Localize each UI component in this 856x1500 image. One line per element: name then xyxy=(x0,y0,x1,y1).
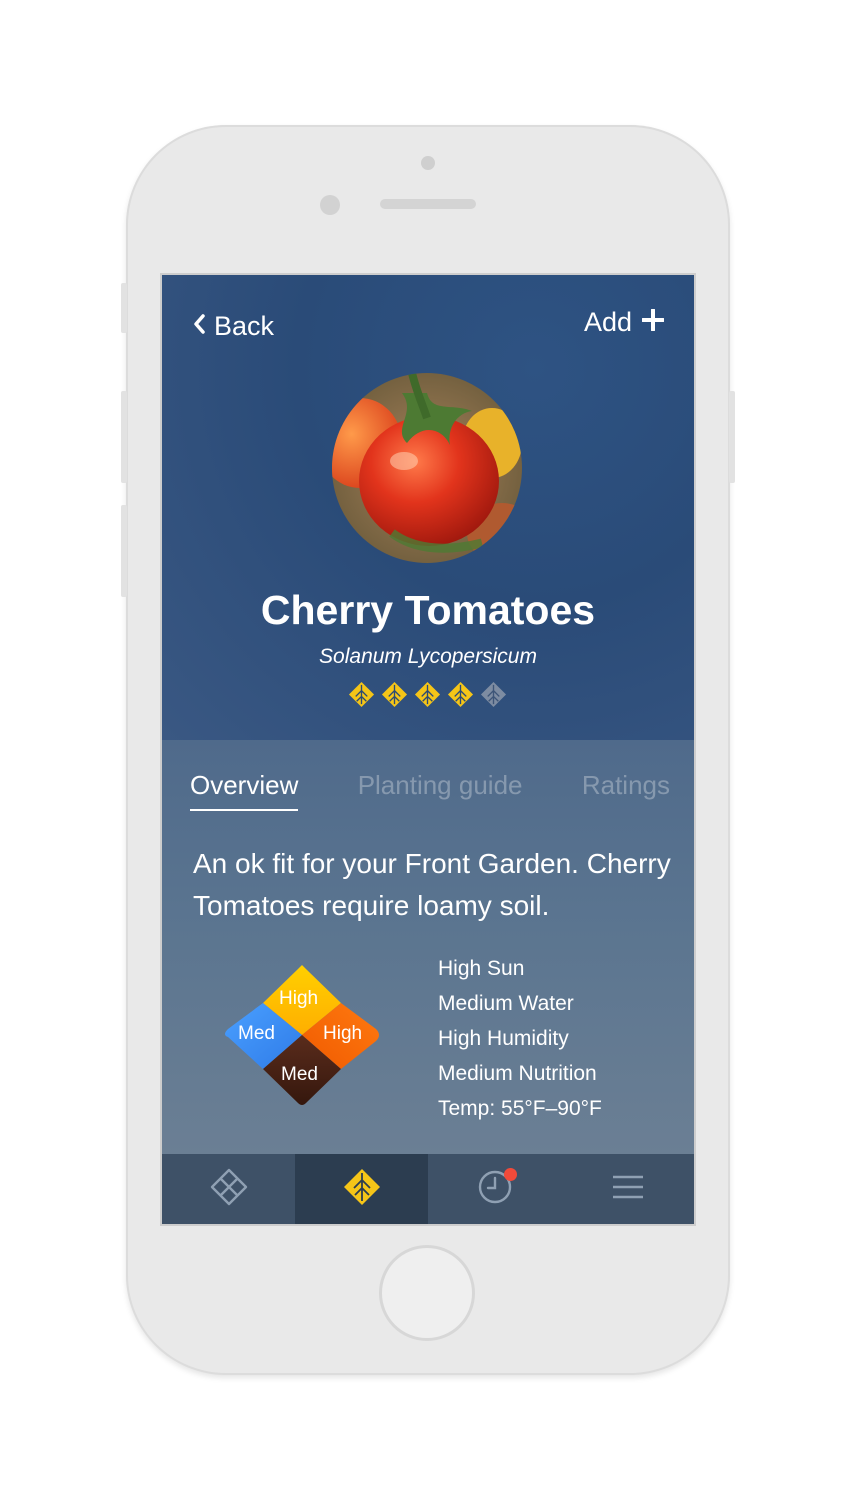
app-screen: Back Add Cherry Tomatoes Solanum Lycoper… xyxy=(160,273,696,1226)
earpiece-speaker xyxy=(380,199,476,209)
tabbar-menu[interactable] xyxy=(561,1154,694,1224)
tab-ratings[interactable]: Ratings xyxy=(582,770,670,811)
stat-humidity: High Humidity xyxy=(438,1027,569,1050)
diamond-sun-label: High xyxy=(279,988,319,1009)
chevron-left-icon xyxy=(192,311,206,342)
leaf-rating-icon xyxy=(414,681,441,713)
plant-stats: High Sun Medium Water High Humidity Medi… xyxy=(438,951,602,1126)
fit-description: An ok fit for your Front Garden. Cherry … xyxy=(193,848,671,921)
stat-sun: High Sun xyxy=(438,957,525,980)
scientific-name: Solanum Lycopersicum xyxy=(319,645,537,668)
leaf-rating-icon xyxy=(348,681,375,713)
garden-grid-icon xyxy=(210,1168,248,1211)
volume-down-button xyxy=(121,505,127,597)
tabbar-plants[interactable] xyxy=(295,1154,428,1224)
bottom-tab-bar xyxy=(162,1154,694,1224)
detail-tabs: Overview Planting guide Ratings xyxy=(190,770,670,811)
leaf-rating-icon xyxy=(381,681,408,713)
stat-water: Medium Water xyxy=(438,992,574,1015)
back-button[interactable]: Back xyxy=(192,311,274,342)
diamond-water-label: Med xyxy=(238,1023,275,1044)
plus-icon xyxy=(641,307,665,338)
notification-badge xyxy=(504,1168,517,1181)
plant-name: Cherry Tomatoes xyxy=(260,587,596,633)
power-button xyxy=(729,391,735,483)
tabbar-garden[interactable] xyxy=(162,1154,295,1224)
volume-up-button xyxy=(121,391,127,483)
mute-switch xyxy=(121,283,127,333)
leaf-rating-icon xyxy=(447,681,474,713)
home-button[interactable] xyxy=(379,1245,475,1341)
back-label: Back xyxy=(214,311,275,341)
stat-nutrition: Medium Nutrition xyxy=(438,1062,597,1085)
plant-photo xyxy=(332,373,522,563)
leaf-icon xyxy=(343,1168,381,1211)
stat-temperature: Temp: 55°F–90°F xyxy=(438,1097,602,1120)
front-camera xyxy=(320,195,340,215)
tab-overview[interactable]: Overview xyxy=(190,770,299,811)
proximity-sensor xyxy=(421,156,435,170)
tab-planting-guide[interactable]: Planting guide xyxy=(358,770,523,811)
diamond-humidity-label: High xyxy=(323,1023,363,1044)
diamond-nutrition-label: Med xyxy=(281,1064,318,1085)
add-button[interactable]: Add xyxy=(583,307,665,338)
rating-stars xyxy=(348,681,507,713)
leaf-rating-empty-icon xyxy=(480,681,507,713)
menu-icon xyxy=(612,1174,644,1205)
add-label: Add xyxy=(583,307,632,337)
tabbar-reminders[interactable] xyxy=(428,1154,561,1224)
needs-diamond: High Med High Med xyxy=(222,957,382,1113)
